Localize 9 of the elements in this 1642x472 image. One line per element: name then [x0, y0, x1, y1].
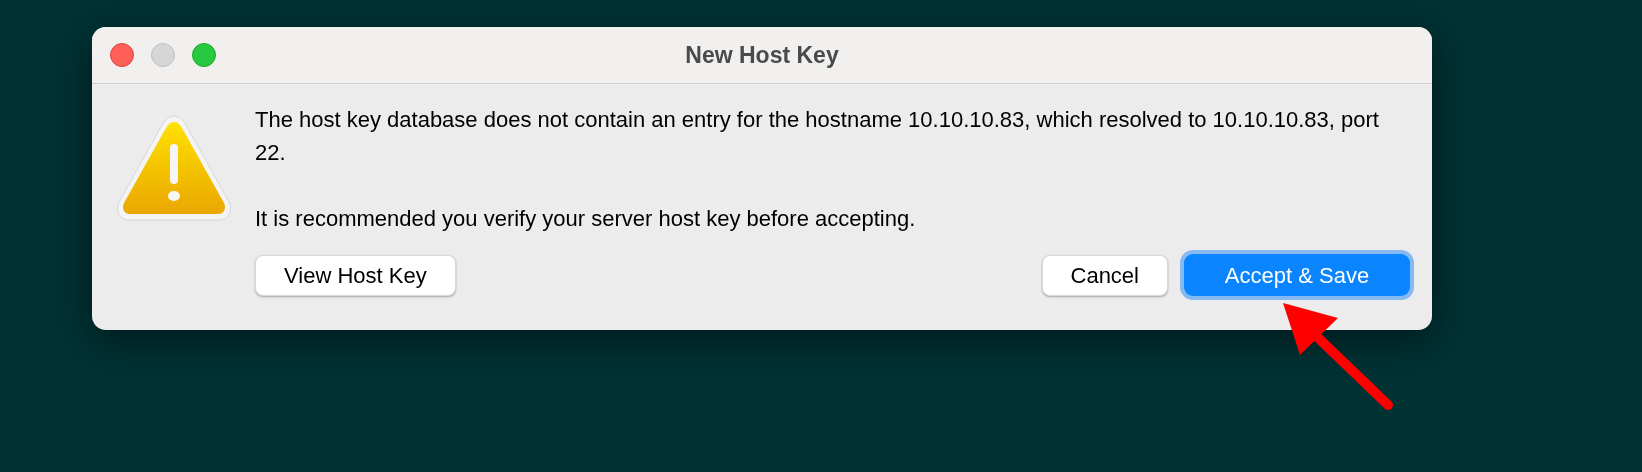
- zoom-button[interactable]: [192, 43, 216, 67]
- dialog-button[interactable]: Cancel: [1041, 254, 1168, 296]
- dialog-button[interactable]: View Host Key: [255, 254, 456, 296]
- window-title: New Host Key: [685, 40, 839, 70]
- minimize-button[interactable]: [151, 43, 175, 67]
- message-text: It is recommended you verify your server host key before accepting.: [255, 205, 917, 233]
- message-text: The host key database does not contain an entry for the hostname 10.10.10.83, which resolved to 10.10.10.83, port 22.: [255, 106, 1380, 167]
- close-button[interactable]: [110, 43, 134, 67]
- warning-icon: [114, 114, 233, 224]
